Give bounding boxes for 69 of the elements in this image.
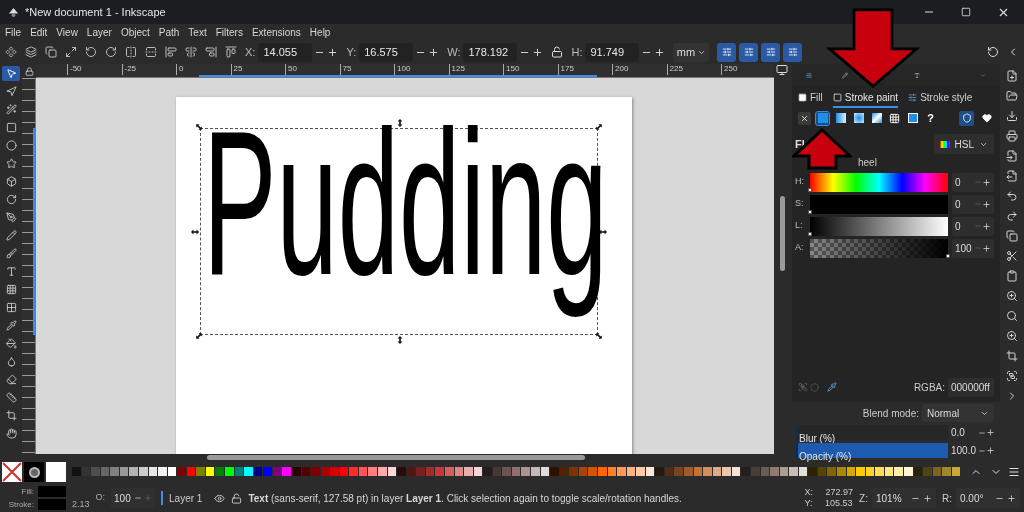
blend-mode-label: Blend mode: <box>862 406 919 421</box>
value-spinner[interactable]: 100.0 <box>951 443 995 458</box>
menu-item[interactable]: Path <box>158 24 180 40</box>
ruler-label: 125 <box>451 64 465 74</box>
ruler-label: -25 <box>124 64 137 74</box>
cursor-coordinate: 272.97 <box>824 487 854 498</box>
menu-item[interactable]: Extensions <box>251 24 301 40</box>
status-message: Text (sans-serif, 127.58 pt) in layer Layer 1. Click selection again to toggle scale/rotation handles. <box>248 491 682 506</box>
cursor-label: X: <box>804 487 814 498</box>
menu-item[interactable]: View <box>56 24 78 40</box>
number-field[interactable]: 178.192 <box>463 42 518 62</box>
value-spinner[interactable]: 100 <box>952 238 994 258</box>
rgba-label: RGBA: <box>913 380 945 395</box>
ruler-label: 0 <box>179 64 184 74</box>
slider-label: H: <box>795 175 805 189</box>
cursor-coordinate: 105.53 <box>824 498 853 509</box>
subtab[interactable]: Fill <box>798 90 823 108</box>
number-field[interactable]: 91.749 <box>585 42 640 62</box>
rotation-label: R: <box>942 491 952 506</box>
layer-selector[interactable]: Layer 1 <box>169 490 203 506</box>
style-label: Fill: <box>20 485 34 498</box>
zoom-spinner[interactable]: 101% <box>872 488 936 508</box>
opacity-label: O: <box>95 491 106 505</box>
number-field[interactable]: 14.055 <box>258 42 313 62</box>
zoom-label: Z: <box>859 491 868 506</box>
ruler-label: 175 <box>560 64 574 74</box>
slider-label: L: <box>795 219 804 233</box>
rgba-field[interactable]: 000000ff <box>948 377 994 397</box>
ruler-label: 150 <box>506 64 520 74</box>
menu-item[interactable]: Text <box>188 24 207 40</box>
blend-mode-dropdown[interactable]: Normal <box>922 404 994 422</box>
value-spinner[interactable]: 0.0 <box>951 425 995 440</box>
field-label: X: <box>245 44 256 60</box>
ruler-label: 200 <box>615 64 629 74</box>
text-object[interactable]: Pudding <box>203 78 608 333</box>
field-label: H: <box>571 44 583 60</box>
value-spinner[interactable]: 0 <box>952 216 994 236</box>
slider-label: A: <box>795 241 805 255</box>
cursor-label: Y: <box>804 498 813 509</box>
menu-item[interactable]: Edit <box>30 24 48 40</box>
ruler-label: -50 <box>70 64 82 74</box>
ruler-label: 25 <box>233 64 243 74</box>
field-label: Y: <box>346 44 357 60</box>
menu-item[interactable]: Help <box>309 24 331 40</box>
canvas[interactable]: Pudding <box>36 78 774 454</box>
value-spinner[interactable]: 0 <box>952 172 994 192</box>
window-title: *New document 1 - Inkscape <box>25 4 166 20</box>
paint-mode-button[interactable]: ? <box>924 111 937 125</box>
field-label: W: <box>447 44 461 60</box>
wheel-label: heel <box>858 157 877 168</box>
ruler-label: 225 <box>669 64 683 74</box>
ruler-label: 100 <box>397 64 411 74</box>
rotation-spinner[interactable]: 0.00° <box>956 488 1020 508</box>
subtab[interactable]: Stroke paint <box>832 90 899 108</box>
stroke-width: 2.13 <box>72 497 90 511</box>
menu-item[interactable]: Filters <box>215 24 243 40</box>
menu-item[interactable]: File <box>5 24 22 40</box>
ruler-label: 75 <box>342 64 352 74</box>
number-field[interactable]: 16.575 <box>359 42 414 62</box>
ruler-label: 50 <box>288 64 297 74</box>
color-mode-dropdown[interactable]: HSL <box>933 134 994 154</box>
style-label: Stroke: <box>7 498 34 511</box>
menu-item[interactable]: Object <box>120 24 150 40</box>
value-spinner[interactable]: 0 <box>952 194 994 214</box>
menu-item[interactable]: Layer <box>86 24 112 40</box>
ruler-label: 250 <box>724 64 738 74</box>
unit-dropdown[interactable]: mm <box>673 42 710 62</box>
subtab[interactable]: Stroke style <box>908 90 973 108</box>
slider-label: S: <box>795 197 805 211</box>
